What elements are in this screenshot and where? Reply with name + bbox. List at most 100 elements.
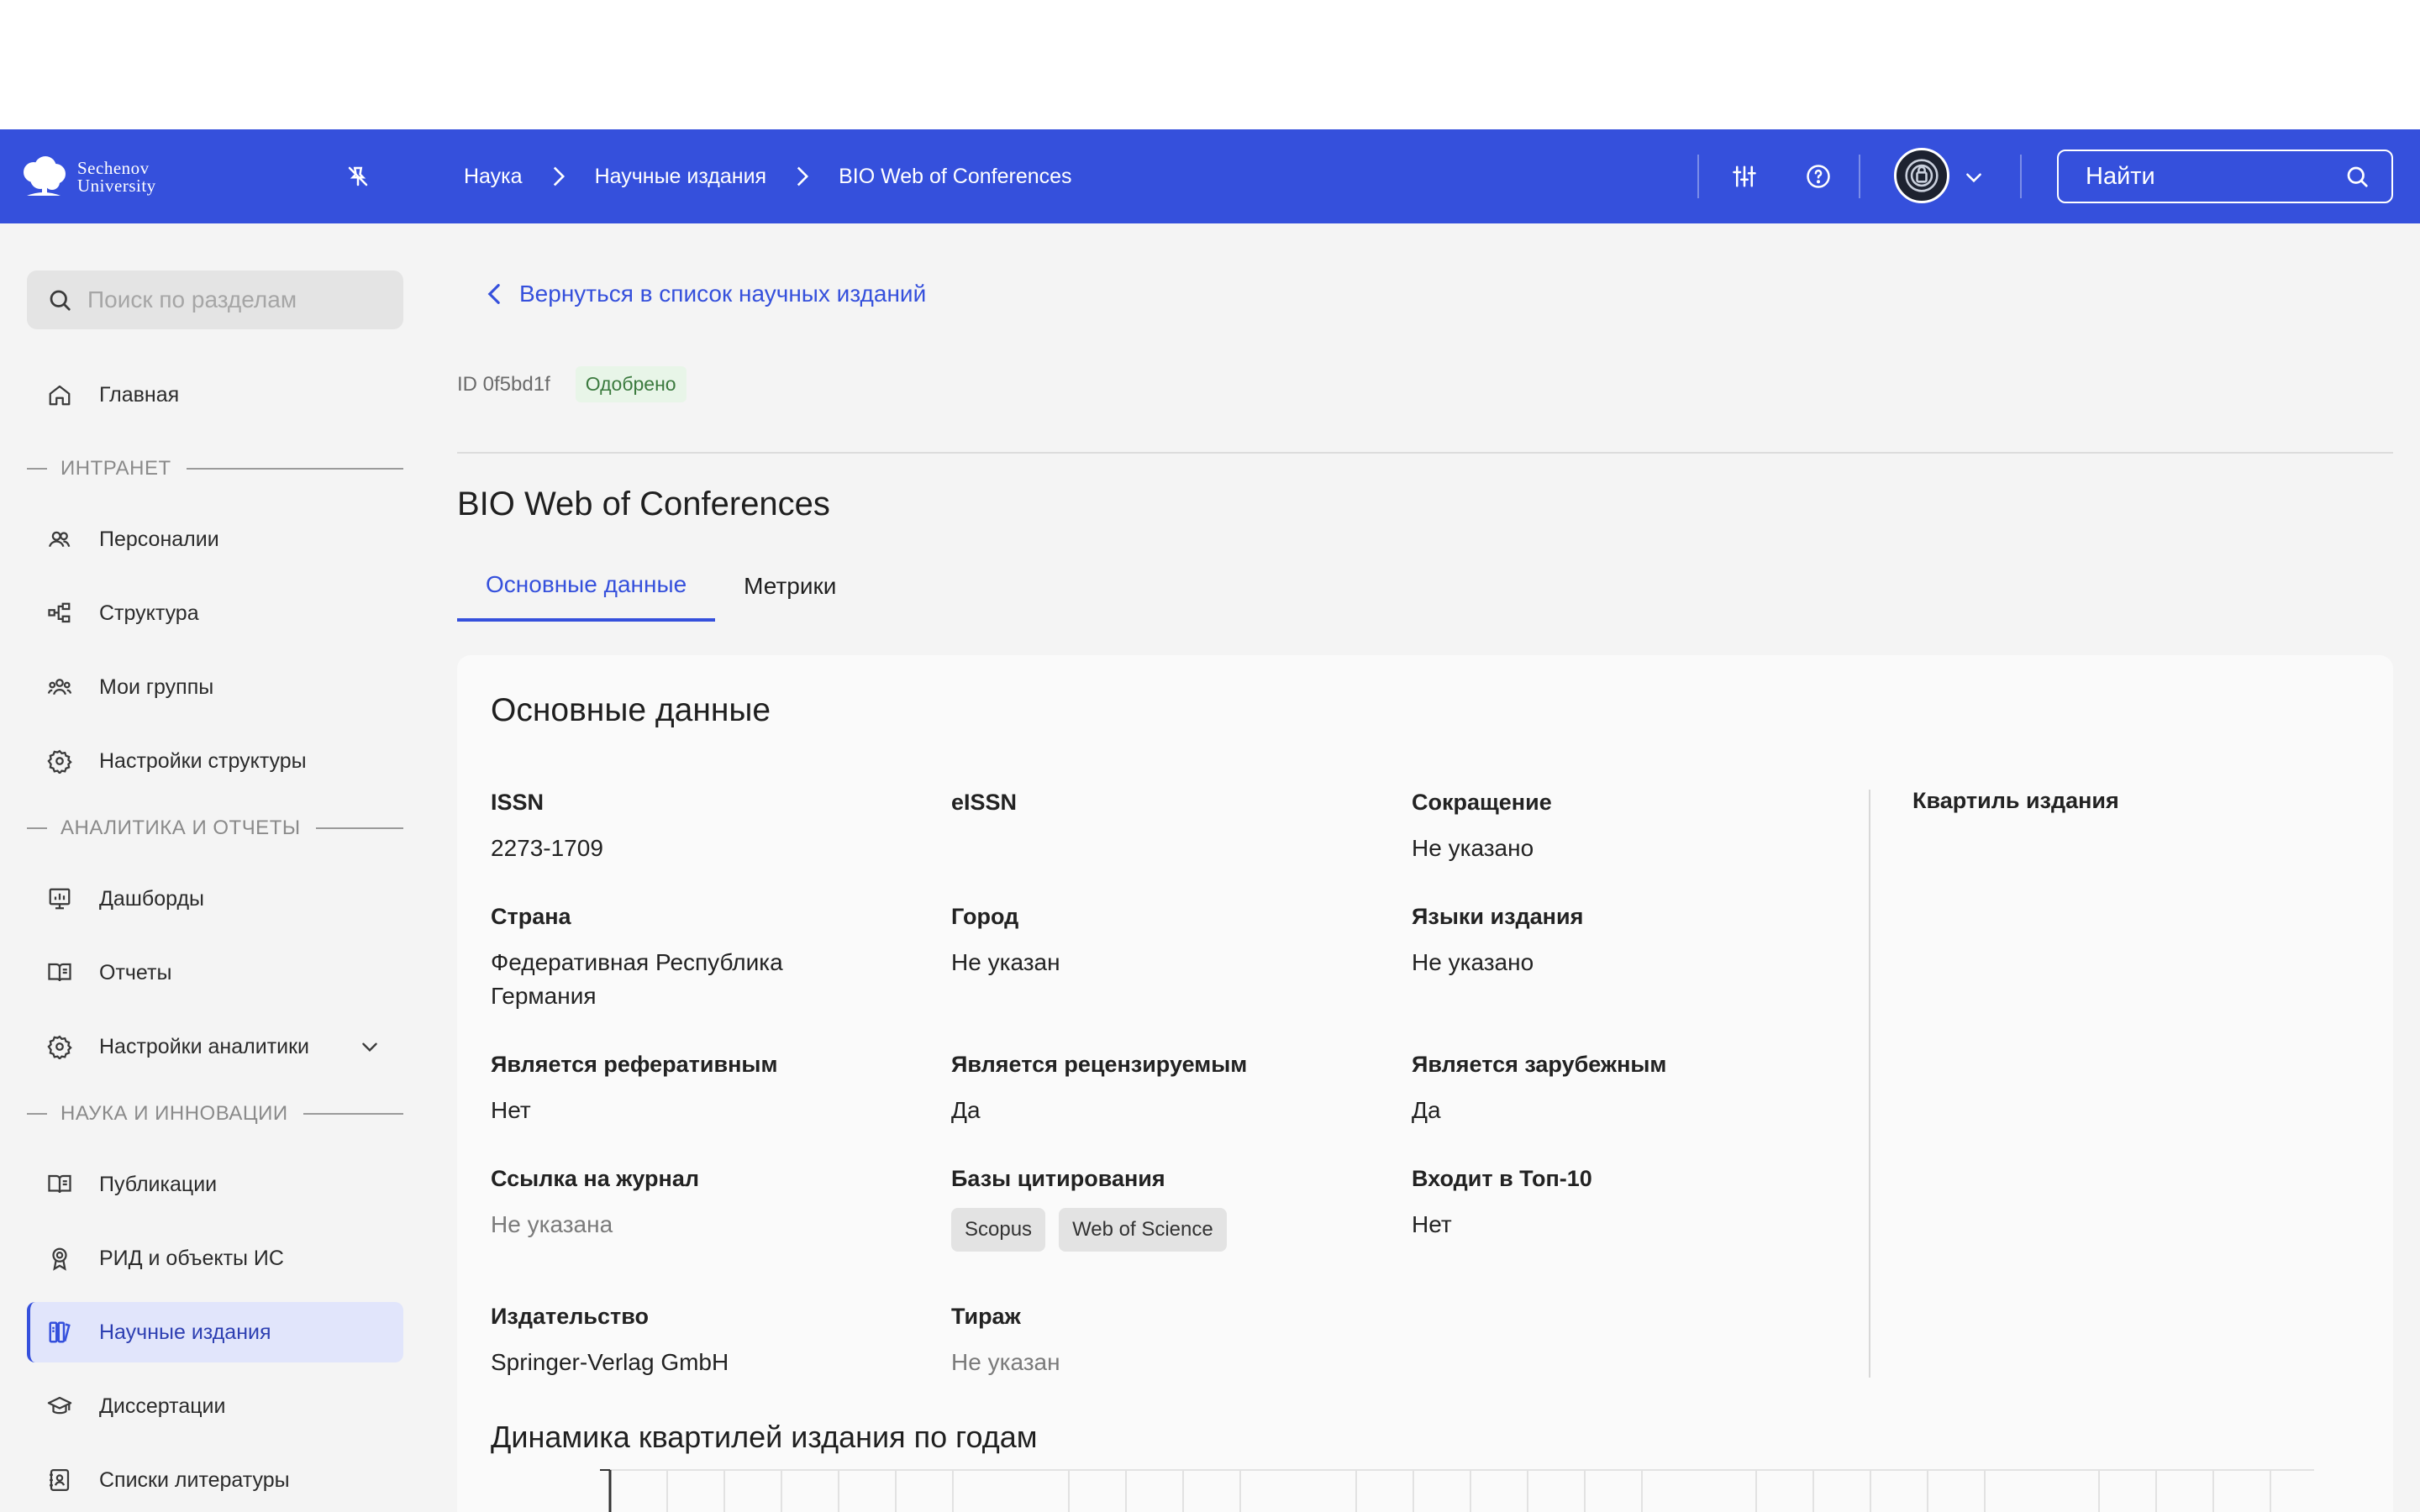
avatar[interactable] xyxy=(1894,148,1949,203)
field-label: Является рецензируемым xyxy=(951,1052,1248,1077)
sidebar-item-label: Научные издания xyxy=(99,1320,271,1344)
field-peer-reviewed: Является рецензируемым Да xyxy=(951,1050,1388,1127)
card-title: Основные данные xyxy=(491,692,771,728)
breadcrumb: Наука Научные издания BIO Web of Confere… xyxy=(464,129,1072,223)
logo-line-2: University xyxy=(77,176,156,196)
sliders-icon[interactable] xyxy=(1728,160,1761,193)
field-publisher: Издательство Springer-Verlag GmbH xyxy=(491,1302,928,1379)
field-value: Нет xyxy=(491,1097,531,1123)
field-value: Нет xyxy=(1412,1211,1452,1237)
sidebar-item-label: Публикации xyxy=(99,1172,218,1196)
record-id-line: ID 0f5bd1f Одобрено xyxy=(457,366,687,402)
chevron-right-icon xyxy=(551,165,566,187)
chip-scopus: Scopus xyxy=(951,1208,1046,1252)
record-id: ID 0f5bd1f xyxy=(457,372,550,396)
sidebar-item-personalii[interactable]: Персоналии xyxy=(27,509,403,570)
sidebar-item-label: Настройки структуры xyxy=(99,748,307,773)
sidebar-item-label: Дашборды xyxy=(99,886,204,911)
sidebar-item-label: Структура xyxy=(99,601,199,625)
section-title: ИНТРАНЕТ xyxy=(60,457,171,480)
university-logo[interactable]: Sechenov University xyxy=(18,155,178,200)
sidebar-item-label: Персоналии xyxy=(99,527,219,551)
quartile-label: Квартиль издания xyxy=(1912,788,2119,813)
global-search-placeholder: Найти xyxy=(2086,162,2155,190)
quartile-dynamics-chart xyxy=(600,1469,2314,1512)
field-citation-databases: Базы цитирования Scopus Web of Science xyxy=(951,1164,1388,1252)
sidebar-item-home[interactable]: Главная xyxy=(27,365,403,425)
field-label: Базы цитирования xyxy=(951,1166,1165,1191)
field-value: Springer-Verlag GmbH xyxy=(491,1349,729,1375)
field-top10: Входит в Топ-10 Нет xyxy=(1412,1164,1849,1242)
sidebar-item-dashboards[interactable]: Дашборды xyxy=(27,869,403,929)
browser-top-area xyxy=(0,0,2420,129)
field-value: Не указана xyxy=(491,1211,613,1237)
field-circulation: Тираж Не указан xyxy=(951,1302,1388,1379)
contacts-book-icon xyxy=(45,1466,74,1494)
chevron-right-icon xyxy=(795,165,810,187)
tab-main-data[interactable]: Основные данные xyxy=(457,551,716,622)
help-circle-icon[interactable] xyxy=(1802,160,1835,193)
chevron-left-icon xyxy=(487,283,501,305)
toolbar-divider xyxy=(2020,155,2022,198)
field-label: Является реферативным xyxy=(491,1052,778,1077)
field-value: Да xyxy=(951,1097,981,1123)
field-value: Не указан xyxy=(951,1349,1060,1375)
search-icon xyxy=(47,287,72,312)
gear-icon xyxy=(45,1032,74,1061)
logo-line-1: Sechenov xyxy=(77,158,150,178)
sidebar-item-publications[interactable]: Публикации xyxy=(27,1154,403,1215)
field-value: Да xyxy=(1412,1097,1441,1123)
section-header-intranet: ИНТРАНЕТ xyxy=(27,452,403,486)
pin-off-icon[interactable] xyxy=(343,161,373,192)
main-data-card: Основные данные ISSN 2273-1709 eISSN Сок… xyxy=(457,655,2393,1512)
sidebar-item-label: Отчеты xyxy=(99,960,172,984)
top-navigation-bar: Sechenov University Наука Научные издани… xyxy=(0,129,2420,223)
chevron-down-icon[interactable] xyxy=(1960,163,1988,192)
section-header-science: НАУКА И ИННОВАЦИИ xyxy=(27,1097,403,1131)
sidebar-item-analytics-settings[interactable]: Настройки аналитики xyxy=(27,1016,403,1077)
tab-metrics[interactable]: Метрики xyxy=(715,551,865,622)
field-eissn: eISSN xyxy=(951,788,1388,832)
sidebar-item-dissertations[interactable]: Диссертации xyxy=(27,1376,403,1436)
field-country: Страна Федеративная Республика Германия xyxy=(491,902,844,1013)
breadcrumb-item-science[interactable]: Наука xyxy=(464,165,523,189)
field-label: eISSN xyxy=(951,790,1018,815)
sidebar-search-placeholder: Поиск по разделам xyxy=(87,286,297,312)
field-label: Издательство xyxy=(491,1304,649,1329)
field-value: Не указано xyxy=(1412,835,1534,861)
users-icon xyxy=(45,525,74,554)
sidebar-item-reports[interactable]: Отчеты xyxy=(27,942,403,1003)
sidebar-item-label: Главная xyxy=(99,382,180,407)
sidebar-search-input[interactable]: Поиск по разделам xyxy=(27,270,403,329)
logo-text: Sechenov University xyxy=(77,160,156,195)
breadcrumb-item-journals[interactable]: Научные издания xyxy=(595,165,767,189)
sidebar-item-structure-settings[interactable]: Настройки структуры xyxy=(27,731,403,791)
search-icon xyxy=(2347,166,2368,187)
field-value: 2273-1709 xyxy=(491,835,603,861)
divider xyxy=(457,452,2393,454)
field-label: Страна xyxy=(491,904,571,929)
sidebar-item-label: Мои группы xyxy=(99,675,214,699)
field-journal-link: Ссылка на журнал Не указана xyxy=(491,1164,928,1242)
page-title: BIO Web of Conferences xyxy=(457,486,830,522)
field-abbreviation: Сокращение Не указано xyxy=(1412,788,1849,865)
sidebar-item-structure[interactable]: Структура xyxy=(27,583,403,643)
field-label: Тираж xyxy=(951,1304,1021,1329)
status-badge: Одобрено xyxy=(575,366,687,402)
field-value: Не указан xyxy=(951,949,1060,975)
sidebar-item-my-groups[interactable]: Мои группы xyxy=(27,657,403,717)
book-open-icon xyxy=(45,1170,74,1199)
tree-logo-icon xyxy=(24,156,66,196)
back-to-journals-link[interactable]: Вернуться в список научных изданий xyxy=(487,281,926,307)
sidebar-item-reading-lists[interactable]: Списки литературы xyxy=(27,1450,403,1510)
sidebar-item-scientific-journals[interactable]: Научные издания xyxy=(27,1302,403,1362)
chip-web-of-science: Web of Science xyxy=(1059,1208,1227,1252)
sidebar-item-rid[interactable]: РИД и объекты ИС xyxy=(27,1228,403,1289)
sidebar-item-label: Настройки аналитики xyxy=(99,1034,310,1058)
global-search-input[interactable]: Найти xyxy=(2057,150,2393,203)
chevron-down-icon[interactable] xyxy=(356,1033,383,1060)
sidebar-item-label: Диссертации xyxy=(99,1394,226,1418)
field-languages: Языки издания Не указано xyxy=(1412,902,1849,979)
section-title: НАУКА И ИННОВАЦИИ xyxy=(60,1102,288,1125)
section-title: АНАЛИТИКА И ОТЧЕТЫ xyxy=(60,816,301,839)
